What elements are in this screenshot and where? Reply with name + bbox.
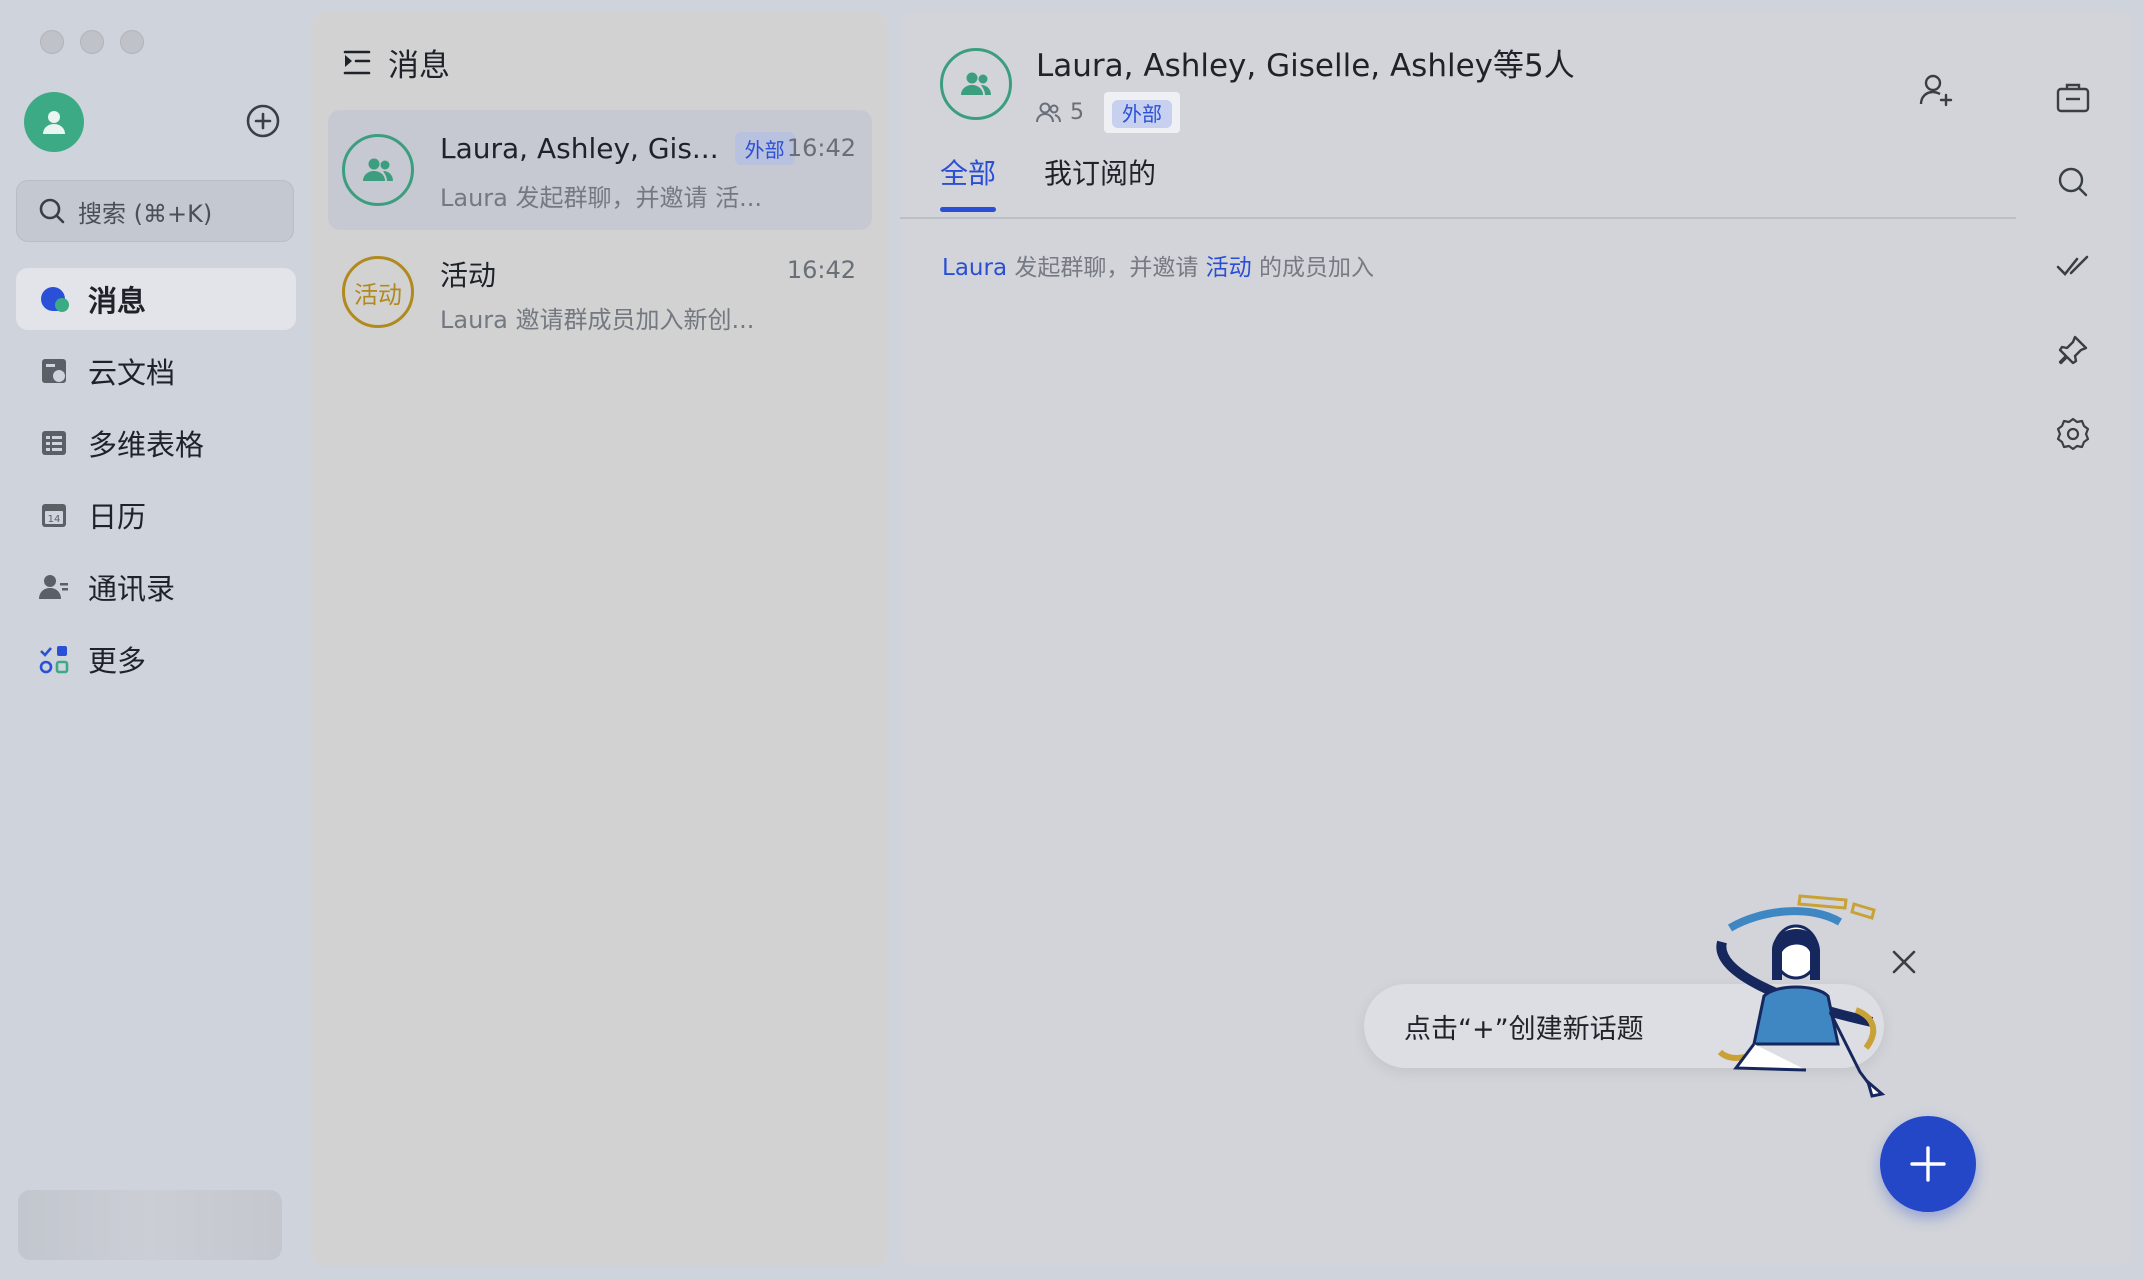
plus-icon: [1910, 1146, 1946, 1182]
member-count[interactable]: 5: [1070, 100, 1084, 125]
search-chat-button[interactable]: [2034, 140, 2112, 224]
group-icon: [961, 72, 991, 95]
tab-all[interactable]: 全部: [940, 152, 997, 212]
conversation-time: 16:42: [786, 256, 856, 284]
chat-toolbar-rail: [2034, 56, 2112, 476]
add-member-button[interactable]: [1918, 72, 1954, 112]
target-link[interactable]: 活动: [1206, 255, 1252, 281]
external-badge-highlight: 外部: [1104, 92, 1180, 133]
onboarding-illustration: [1660, 882, 1920, 1122]
more-apps-icon: [38, 643, 70, 675]
pin-icon: [2058, 335, 2088, 365]
conversation-time: 16:42: [786, 134, 856, 162]
chat-title[interactable]: Laura, Ashley, Giselle, Ashley等5人: [1036, 40, 1575, 85]
close-window-button[interactable]: [40, 30, 64, 54]
nav-item-base[interactable]: 多维表格: [16, 412, 296, 474]
window-controls: [40, 30, 144, 54]
conversation-title: 活动: [440, 254, 496, 294]
conversation-title: Laura, Ashley, Gis... 外部: [440, 132, 795, 165]
system-text: 发起群聊，并邀请: [1014, 255, 1199, 281]
external-badge: 外部: [734, 132, 795, 165]
tab-subscribed[interactable]: 我订阅的: [1044, 152, 1156, 212]
pinned-button[interactable]: [2034, 308, 2112, 392]
nav-label: 云文档: [88, 356, 176, 390]
contacts-icon: [38, 571, 70, 603]
settings-button[interactable]: [2034, 392, 2112, 476]
briefcase-icon: [2056, 83, 2090, 113]
nav-item-calendar[interactable]: 14 日历: [16, 484, 296, 546]
actor-link[interactable]: Laura: [942, 255, 1007, 281]
chat-tabs: 全部 我订阅的: [940, 152, 1156, 212]
external-badge: 外部: [1112, 100, 1172, 128]
tabs-divider: [900, 217, 2016, 219]
collapse-list-icon[interactable]: [342, 49, 372, 77]
calendar-icon: 14: [38, 499, 70, 531]
nav-item-messages[interactable]: 消息: [16, 268, 296, 330]
chat-group-avatar[interactable]: [940, 48, 1012, 120]
plus-circle-icon: [246, 104, 280, 138]
base-icon: [38, 427, 70, 459]
sidebar: 搜索 (⌘+K) 消息 云文档 多维表格 14 日历 通讯录 更多: [0, 0, 312, 1280]
tooltip-text: 点击“+”创建新话题: [1404, 1013, 1644, 1045]
activity-avatar: 活动: [342, 256, 414, 328]
nav-item-docs[interactable]: 云文档: [16, 340, 296, 402]
create-button[interactable]: [244, 102, 282, 140]
app-window: 搜索 (⌘+K) 消息 云文档 多维表格 14 日历 通讯录 更多 消息 Lau…: [0, 0, 2144, 1280]
chat-meta: 5 外部: [1036, 92, 1180, 133]
main-nav: 消息 云文档 多维表格 14 日历 通讯录 更多: [16, 268, 296, 700]
gear-icon: [2056, 417, 2090, 451]
maximize-window-button[interactable]: [120, 30, 144, 54]
search-placeholder: 搜索 (⌘+K): [78, 199, 213, 228]
conversation-item[interactable]: Laura, Ashley, Gis... 外部 16:42 Laura 发起群…: [328, 110, 872, 230]
conversation-list-title: 消息: [388, 48, 450, 84]
conversation-preview: Laura 邀请群成员加入新创...: [440, 306, 755, 334]
system-text: 的成员加入: [1258, 255, 1374, 281]
announcement-button[interactable]: [2034, 56, 2112, 140]
group-icon: [363, 158, 393, 181]
nav-label: 日历: [88, 500, 147, 534]
check-icon: [2056, 255, 2089, 276]
tooltip-close-button[interactable]: [1884, 942, 1924, 982]
nav-label: 通讯录: [88, 572, 176, 606]
search-icon: [2058, 167, 2088, 197]
message-icon: [38, 283, 70, 315]
system-message: Laura 发起群聊，并邀请 活动 的成员加入: [942, 248, 1374, 282]
user-avatar[interactable]: [24, 92, 84, 152]
nav-label: 更多: [88, 644, 147, 678]
tasks-button[interactable]: [2034, 224, 2112, 308]
new-topic-button[interactable]: [1880, 1116, 1976, 1212]
docs-icon: [38, 355, 70, 387]
minimize-window-button[interactable]: [80, 30, 104, 54]
svg-text:14: 14: [48, 514, 61, 525]
nav-label: 多维表格: [88, 428, 205, 462]
nav-item-more[interactable]: 更多: [16, 628, 296, 690]
user-icon: [43, 111, 65, 134]
blurred-profile-area: [18, 1190, 282, 1260]
conversation-preview: Laura 发起群聊，并邀请 活...: [440, 184, 763, 212]
chat-panel: Laura, Ashley, Giselle, Ashley等5人 5 外部 全…: [900, 12, 2132, 1266]
group-avatar: [342, 134, 414, 206]
conversation-name: Laura, Ashley, Gis...: [440, 132, 719, 165]
conversation-name: 活动: [440, 259, 497, 292]
avatar-text: 活动: [354, 280, 402, 309]
nav-item-contacts[interactable]: 通讯录: [16, 556, 296, 618]
search-input[interactable]: 搜索 (⌘+K): [16, 180, 294, 242]
conversation-list-header: 消息: [342, 40, 450, 85]
members-icon[interactable]: [1036, 102, 1062, 124]
search-icon: [39, 198, 65, 224]
conversation-list-panel: 消息 Laura, Ashley, Gis... 外部 16:42 Laura …: [312, 12, 888, 1266]
nav-label: 消息: [88, 284, 147, 318]
conversation-item[interactable]: 活动 活动 16:42 Laura 邀请群成员加入新创...: [328, 232, 872, 352]
add-user-icon: [1919, 74, 1953, 107]
close-icon: [1892, 950, 1916, 974]
